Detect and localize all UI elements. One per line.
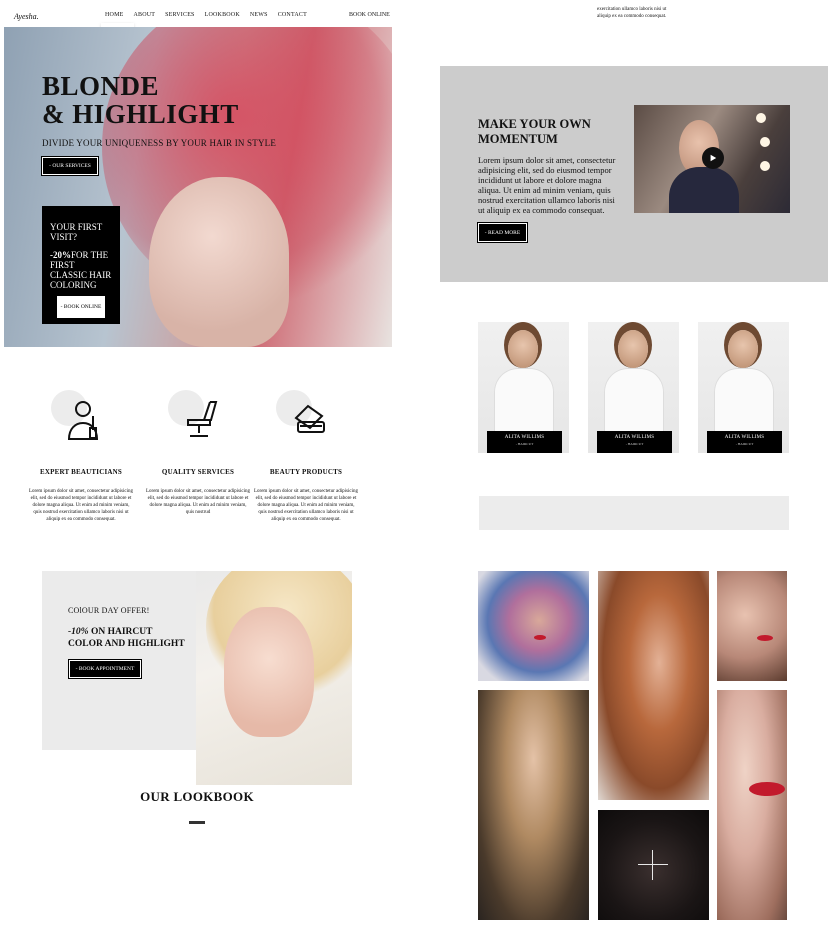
team-card[interactable]: ALITA WILLIMS - HAIRCUT — [478, 322, 569, 453]
lookbook-photo-long-curls[interactable] — [478, 690, 589, 920]
offer-title-rest: ON HAIRCUT — [88, 627, 153, 637]
lookbook-photo-red-lips[interactable] — [717, 690, 787, 920]
read-more-button[interactable]: - READ MORE — [477, 222, 528, 243]
feature-text: Lorem ipsum dolor sit amet, consectetur … — [28, 489, 133, 522]
main-nav: HOME ABOUT SERVICES LOOKBOOK NEWS CONTAC… — [105, 12, 307, 18]
nav-lookbook[interactable]: LOOKBOOK — [205, 12, 240, 18]
book-online-button[interactable]: - BOOK ONLINE — [56, 295, 106, 319]
nav-services[interactable]: SERVICES — [165, 12, 194, 18]
team-card[interactable]: ALITA WILLIMS - HAIRCUT — [698, 322, 789, 453]
offer-title: -10% ON HAIRCUT COLOR AND HIGHLIGHT — [68, 626, 185, 650]
book-online-link[interactable]: BOOK ONLINE — [349, 12, 390, 18]
video-thumbnail[interactable] — [634, 105, 790, 213]
team-role: - HAIRCUT — [735, 442, 754, 446]
offer-image — [196, 571, 352, 785]
salon-chair-icon — [168, 390, 228, 442]
promo-discount: -20% — [50, 250, 71, 260]
momentum-title: MAKE YOUR OWN MOMENTUM — [478, 117, 591, 147]
beautician-icon — [51, 390, 111, 442]
video-body-shape — [669, 167, 739, 213]
first-visit-promo: YOUR FIRST VISIT? -20%FOR THE FIRST CLAS… — [42, 206, 120, 324]
team-name: ALITA WILLIMS — [504, 435, 545, 440]
team-name: ALITA WILLIMS — [724, 435, 765, 440]
team-name: ALITA WILLIMS — [614, 435, 655, 440]
team-label: ALITA WILLIMS - HAIRCUT — [597, 431, 672, 453]
lookbook-photo-dark[interactable] — [598, 810, 709, 920]
momentum-text: Lorem ipsum dolor sit amet, consectetur … — [478, 155, 616, 215]
team-label: ALITA WILLIMS - HAIRCUT — [707, 431, 782, 453]
plus-icon[interactable] — [638, 850, 668, 880]
offer-title-line2: COLOR AND HIGHLIGHT — [68, 639, 185, 649]
hero-title: BLONDE & HIGHLIGHT — [42, 72, 239, 128]
hero-face-shape — [149, 177, 289, 347]
blonde-face-shape — [224, 607, 314, 737]
feature-text: Lorem ipsum dolor sit amet, consectetur … — [253, 489, 358, 522]
hero-subtitle: DIVIDE YOUR UNIQUENESS BY YOUR HAIR IN S… — [42, 138, 277, 148]
offer-kicker: COlOUR DAY OFFER! — [68, 606, 150, 615]
nav-home[interactable]: HOME — [105, 12, 123, 18]
lookbook-photo-copper-waves[interactable] — [598, 571, 709, 800]
lookbook-photo-pastel-hair[interactable] — [478, 571, 589, 681]
promo-text: -20%FOR THE FIRST CLASSIC HAIR COLORING — [50, 250, 112, 290]
hero-title-line1: BLONDE — [42, 71, 160, 101]
team-card[interactable]: ALITA WILLIMS - HAIRCUT — [588, 322, 679, 453]
feature-expert-beauticians: EXPERT BEAUTICIANS Lorem ipsum dolor sit… — [26, 390, 136, 523]
feature-title: BEAUTY PRODUCTS — [269, 468, 343, 476]
feature-text: Lorem ipsum dolor sit amet, consectetur … — [145, 489, 250, 515]
lookbook-divider — [189, 821, 205, 824]
promo-heading: YOUR FIRST VISIT? — [50, 222, 103, 242]
cosmetics-icon — [276, 390, 336, 442]
lookbook-photo-red-nails[interactable] — [717, 571, 787, 681]
text-fragment-line2: aliquip ex ea commodo consequat. — [597, 14, 667, 19]
lookbook-title: OUR LOOKBOOK — [140, 789, 254, 804]
text-fragment-line1: exercitation ullamco laboris nisi ut — [597, 7, 667, 12]
nav-about[interactable]: ABOUT — [133, 12, 155, 18]
nav-contact[interactable]: CONTACT — [278, 12, 307, 18]
nav-news[interactable]: NEWS — [250, 12, 268, 18]
momentum-title-line1: MAKE YOUR OWN — [478, 117, 591, 131]
text-fragment: exercitation ullamco laboris nisi ut ali… — [597, 6, 666, 20]
momentum-title-line2: MOMENTUM — [478, 132, 558, 146]
team-role: - HAIRCUT — [625, 442, 644, 446]
hero-title-line2: & HIGHLIGHT — [42, 99, 239, 129]
team-role: - HAIRCUT — [515, 442, 534, 446]
play-icon[interactable] — [702, 147, 724, 169]
feature-quality-services: QUALITY SERVICES Lorem ipsum dolor sit a… — [143, 390, 253, 516]
feature-title: QUALITY SERVICES — [161, 468, 235, 476]
site-logo[interactable]: Ayesha. — [14, 12, 39, 21]
blank-strip — [479, 496, 789, 530]
team-label: ALITA WILLIMS - HAIRCUT — [487, 431, 562, 453]
feature-title: EXPERT BEAUTICIANS — [40, 468, 122, 476]
our-services-button[interactable]: - OUR SERVICES — [41, 156, 99, 176]
offer-discount: -10% — [68, 627, 89, 637]
feature-beauty-products: BEAUTY PRODUCTS Lorem ipsum dolor sit am… — [251, 390, 361, 523]
book-appointment-button[interactable]: - BOOK APPOINTMENT — [68, 659, 142, 679]
